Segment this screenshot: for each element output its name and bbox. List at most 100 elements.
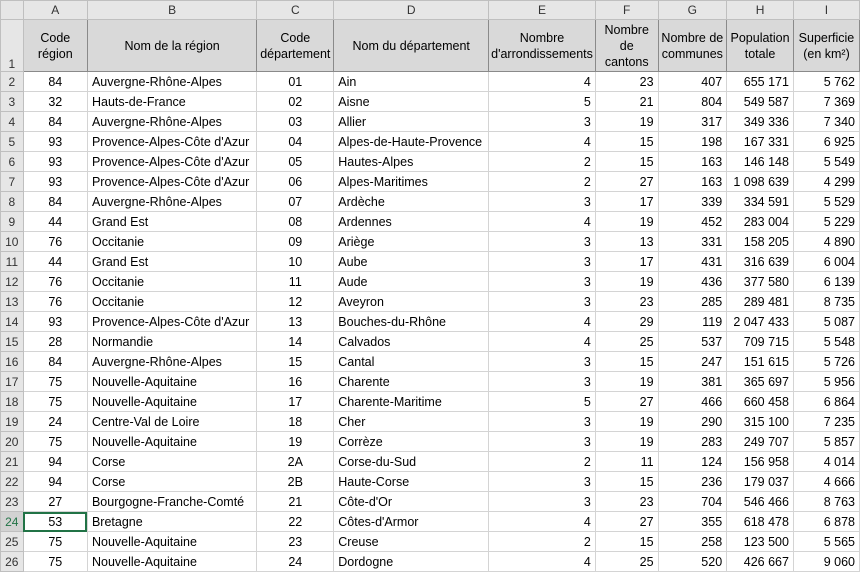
cell[interactable]: 2: [488, 151, 596, 172]
row-number[interactable]: 26: [0, 551, 24, 572]
cell[interactable]: 520: [657, 551, 728, 572]
cell[interactable]: 3: [488, 471, 596, 492]
cell[interactable]: 53: [22, 511, 88, 532]
cell[interactable]: 76: [22, 271, 88, 292]
cell[interactable]: 23: [594, 71, 659, 92]
cell[interactable]: 05: [256, 151, 335, 172]
column-header-f[interactable]: F: [594, 0, 659, 20]
cell[interactable]: 17: [256, 391, 335, 412]
cell[interactable]: 6 004: [792, 251, 860, 272]
header-cell[interactable]: Nom du département: [333, 19, 490, 72]
cell[interactable]: 151 615: [726, 351, 794, 372]
cell[interactable]: 4 299: [792, 171, 860, 192]
cell[interactable]: 19: [594, 111, 659, 132]
cell[interactable]: 709 715: [726, 331, 794, 352]
cell[interactable]: 5 956: [792, 371, 860, 392]
cell[interactable]: 315 100: [726, 411, 794, 432]
cell[interactable]: 24: [22, 411, 88, 432]
cell[interactable]: 2B: [256, 471, 335, 492]
cell[interactable]: 13: [256, 311, 335, 332]
cell[interactable]: Charente: [333, 371, 490, 392]
header-cell[interactable]: Nombre d'arrondissements: [488, 19, 596, 72]
cell[interactable]: Nouvelle-Aquitaine: [86, 391, 258, 412]
cell[interactable]: 44: [22, 251, 88, 272]
cell[interactable]: Auvergne-Rhône-Alpes: [86, 191, 258, 212]
header-cell[interactable]: Code région: [22, 19, 88, 72]
cell[interactable]: 1 098 639: [726, 171, 794, 192]
row-number[interactable]: 11: [0, 251, 24, 272]
cell[interactable]: 3: [488, 351, 596, 372]
column-header-c[interactable]: C: [256, 0, 335, 20]
cell[interactable]: 5: [488, 391, 596, 412]
cell[interactable]: 6 864: [792, 391, 860, 412]
cell[interactable]: 5: [488, 91, 596, 112]
cell[interactable]: Bretagne: [86, 511, 258, 532]
cell[interactable]: 3: [488, 251, 596, 272]
cell[interactable]: Hautes-Alpes: [333, 151, 490, 172]
cell[interactable]: 93: [22, 151, 88, 172]
row-number[interactable]: 16: [0, 351, 24, 372]
cell[interactable]: 3: [488, 231, 596, 252]
cell[interactable]: Côtes-d'Armor: [333, 511, 490, 532]
cell[interactable]: 94: [22, 471, 88, 492]
cell[interactable]: 84: [22, 71, 88, 92]
cell[interactable]: 436: [657, 271, 728, 292]
cell[interactable]: 44: [22, 211, 88, 232]
cell[interactable]: 19: [594, 211, 659, 232]
cell[interactable]: 3: [488, 111, 596, 132]
cell[interactable]: 93: [22, 311, 88, 332]
cell[interactable]: 15: [594, 151, 659, 172]
cell[interactable]: 4: [488, 211, 596, 232]
cell[interactable]: 285: [657, 291, 728, 312]
cell[interactable]: Aube: [333, 251, 490, 272]
cell[interactable]: 01: [256, 71, 335, 92]
cell[interactable]: 4: [488, 131, 596, 152]
cell[interactable]: 06: [256, 171, 335, 192]
header-cell[interactable]: Population totale: [726, 19, 794, 72]
cell[interactable]: 27: [22, 491, 88, 512]
header-cell[interactable]: Nombre de communes: [657, 19, 728, 72]
cell[interactable]: Bouches-du-Rhône: [333, 311, 490, 332]
row-number[interactable]: 10: [0, 231, 24, 252]
cell[interactable]: 3: [488, 271, 596, 292]
cell[interactable]: 381: [657, 371, 728, 392]
cell[interactable]: 5 857: [792, 431, 860, 452]
cell[interactable]: 5 087: [792, 311, 860, 332]
cell[interactable]: 75: [22, 531, 88, 552]
row-number[interactable]: 4: [0, 111, 24, 132]
cell[interactable]: Corrèze: [333, 431, 490, 452]
cell[interactable]: Grand Est: [86, 211, 258, 232]
cell[interactable]: Cantal: [333, 351, 490, 372]
cell[interactable]: 7 369: [792, 91, 860, 112]
cell[interactable]: 466: [657, 391, 728, 412]
cell[interactable]: 4: [488, 331, 596, 352]
cell[interactable]: 11: [256, 271, 335, 292]
cell[interactable]: 15: [256, 351, 335, 372]
cell[interactable]: 167 331: [726, 131, 794, 152]
cell[interactable]: 660 458: [726, 391, 794, 412]
cell[interactable]: Ariège: [333, 231, 490, 252]
cell[interactable]: Alpes-de-Haute-Provence: [333, 131, 490, 152]
cell[interactable]: 5 726: [792, 351, 860, 372]
cell[interactable]: 3: [488, 431, 596, 452]
header-cell[interactable]: Nombre de cantons: [594, 19, 659, 72]
cell[interactable]: Calvados: [333, 331, 490, 352]
row-number[interactable]: 25: [0, 531, 24, 552]
cell[interactable]: 25: [594, 551, 659, 572]
cell[interactable]: 03: [256, 111, 335, 132]
cell[interactable]: 3: [488, 371, 596, 392]
cell[interactable]: Bourgogne-Franche-Comté: [86, 491, 258, 512]
row-number[interactable]: 21: [0, 451, 24, 472]
cell[interactable]: Auvergne-Rhône-Alpes: [86, 351, 258, 372]
cell[interactable]: Nouvelle-Aquitaine: [86, 531, 258, 552]
row-number[interactable]: 20: [0, 431, 24, 452]
cell[interactable]: 546 466: [726, 491, 794, 512]
cell[interactable]: 93: [22, 131, 88, 152]
cell[interactable]: Alpes-Maritimes: [333, 171, 490, 192]
cell[interactable]: 2 047 433: [726, 311, 794, 332]
cell[interactable]: 10: [256, 251, 335, 272]
row-number[interactable]: 24: [0, 511, 24, 532]
cell[interactable]: 6 139: [792, 271, 860, 292]
cell[interactable]: Aveyron: [333, 291, 490, 312]
cell[interactable]: 75: [22, 551, 88, 572]
